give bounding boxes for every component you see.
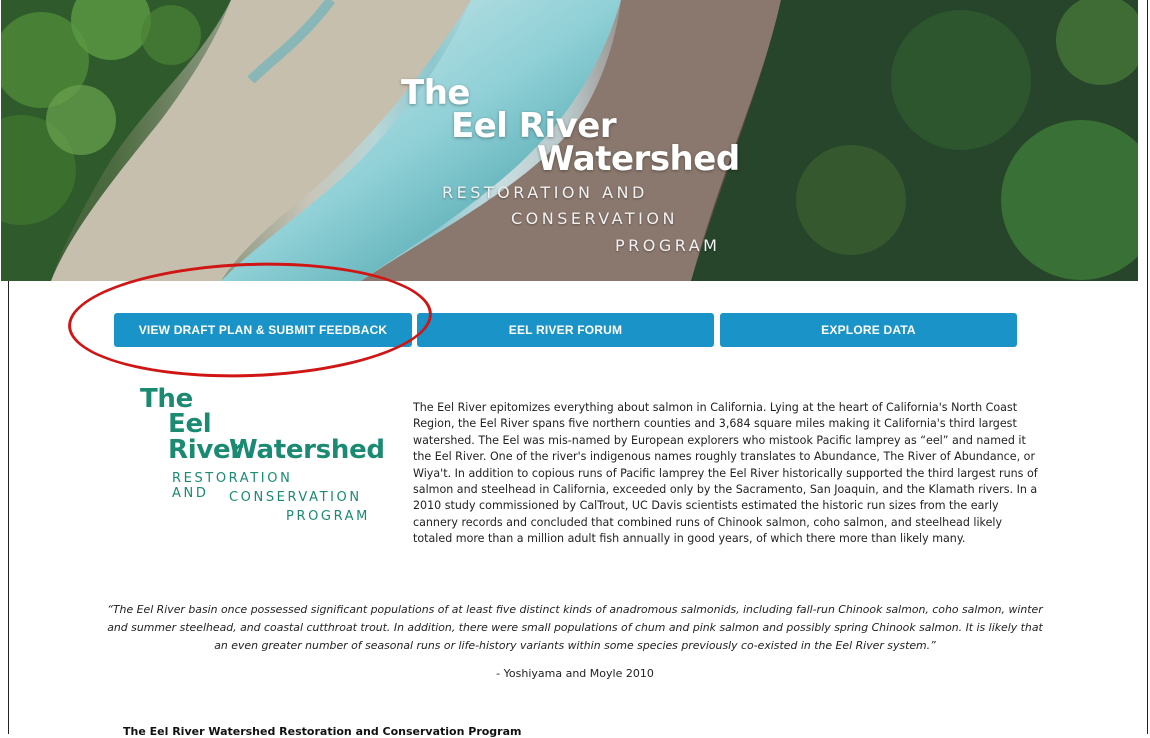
logo-subtitle-line-2: CONSERVATION bbox=[229, 490, 362, 505]
eel-river-forum-button[interactable]: EEL RIVER FORUM bbox=[417, 313, 714, 347]
intro-paragraph: The Eel River epitomizes everything abou… bbox=[413, 401, 1038, 546]
logo-title-line-3: Watershed bbox=[229, 435, 385, 465]
quote-text: “The Eel River basin once possessed sign… bbox=[107, 603, 1043, 652]
hero-title-line-2: Eel River bbox=[451, 106, 617, 146]
hero-subtitle-line-3: PROGRAM bbox=[615, 236, 721, 255]
hero-subtitle-line-1: RESTORATION AND bbox=[442, 183, 648, 202]
logo-subtitle-line-3: PROGRAM bbox=[286, 509, 370, 524]
quote-citation: - Yoshiyama and Moyle 2010 bbox=[496, 667, 654, 680]
explore-data-button[interactable]: EXPLORE DATA bbox=[720, 313, 1017, 347]
hero-banner: The Eel River Watershed RESTORATION AND … bbox=[1, 0, 1138, 281]
hero-title-line-1: The bbox=[401, 73, 470, 113]
view-draft-plan-button[interactable]: VIEW DRAFT PLAN & SUBMIT FEEDBACK bbox=[114, 313, 412, 347]
hero-title-line-3: Watershed bbox=[537, 139, 740, 179]
hero-title-block: The Eel River Watershed RESTORATION AND … bbox=[1, 0, 1138, 281]
section-title: The Eel River Watershed Restoration and … bbox=[123, 725, 522, 738]
hero-subtitle-line-2: CONSERVATION bbox=[511, 209, 678, 228]
